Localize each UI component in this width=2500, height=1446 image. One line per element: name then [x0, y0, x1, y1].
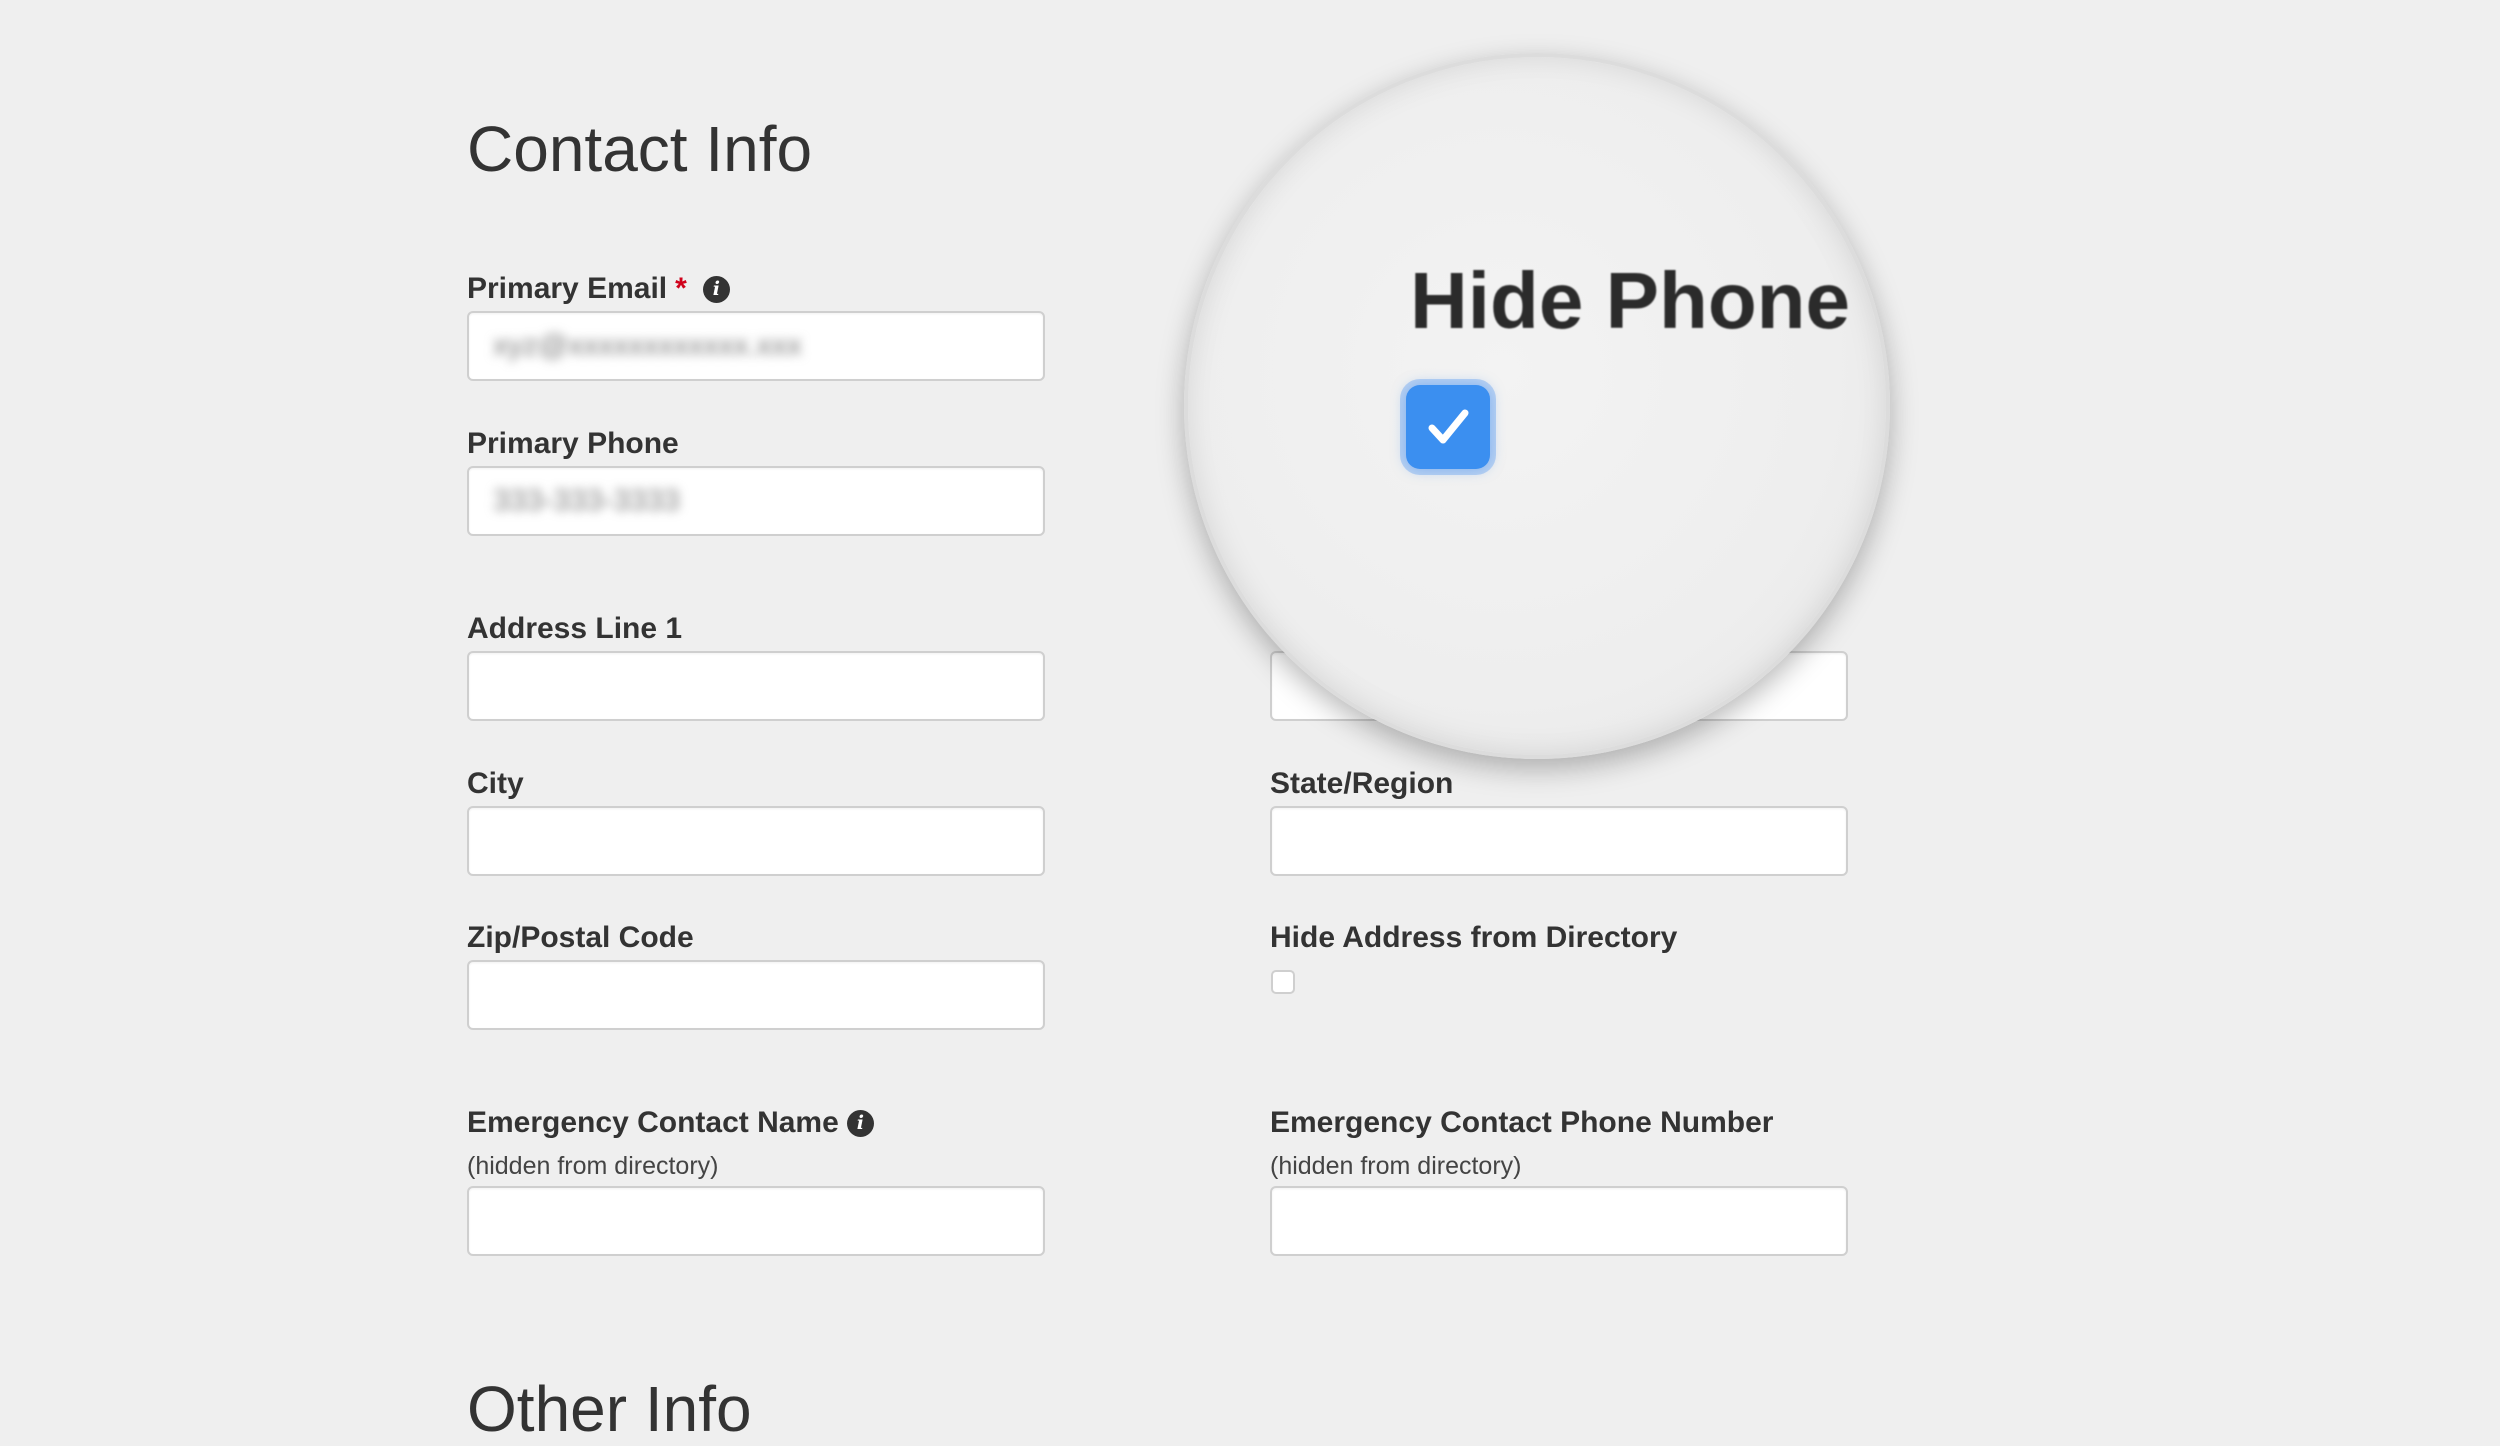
city-label: City [467, 767, 524, 800]
required-asterisk: * [675, 272, 687, 305]
primary-phone-input[interactable]: 333-333-3333 [467, 466, 1045, 536]
zip-postal-code-input[interactable] [467, 960, 1045, 1030]
info-icon[interactable]: i [846, 1109, 874, 1137]
emergency-contact-name-input[interactable] [467, 1186, 1045, 1256]
emergency-contact-phone-label: Emergency Contact Phone Number [1270, 1106, 1774, 1139]
emergency-contact-phone-sublabel: (hidden from directory) [1270, 1152, 1522, 1180]
city-input[interactable] [467, 806, 1045, 876]
hide-phone-label: Hide Phone [1410, 256, 1851, 345]
address-line-1-label: Address Line 1 [467, 612, 683, 645]
emergency-contact-phone-input[interactable] [1270, 1186, 1848, 1256]
address-line-1-input[interactable] [467, 651, 1045, 721]
state-region-input[interactable] [1270, 806, 1848, 876]
emergency-contact-name-label-text: Emergency Contact Name [467, 1106, 839, 1139]
magnifier-lens: Hide Phone [1184, 53, 1890, 759]
hide-address-label: Hide Address from Directory [1270, 921, 1678, 954]
hide-address-checkbox[interactable] [1271, 970, 1295, 994]
primary-email-value: xyz@xxxxxxxxxxxx.xxx [493, 329, 802, 362]
info-icon[interactable]: i [702, 275, 730, 303]
state-region-label: State/Region [1270, 767, 1454, 800]
primary-phone-label: Primary Phone [467, 427, 679, 460]
hide-phone-checkbox[interactable] [1406, 385, 1490, 469]
emergency-contact-name-sublabel: (hidden from directory) [467, 1152, 719, 1180]
zip-postal-code-label: Zip/Postal Code [467, 921, 694, 954]
emergency-contact-name-label: Emergency Contact Name i [467, 1106, 874, 1140]
section-title-other-info: Other Info [467, 1373, 752, 1445]
primary-email-label: Primary Email * i [467, 272, 730, 306]
primary-email-input[interactable]: xyz@xxxxxxxxxxxx.xxx [467, 311, 1045, 381]
primary-phone-value: 333-333-3333 [493, 484, 680, 517]
primary-email-label-text: Primary Email [467, 272, 668, 305]
checkmark-icon [1428, 409, 1469, 444]
page-title: Contact Info [467, 113, 813, 185]
